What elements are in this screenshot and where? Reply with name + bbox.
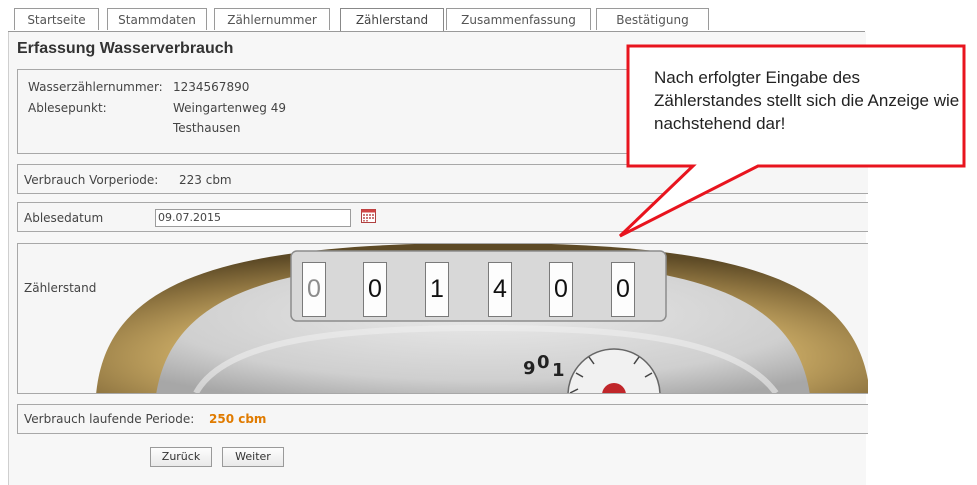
reading-point-street: Weingartenweg 49	[173, 101, 286, 115]
callout-text: Nach erfolgter Eingabe des Zählerstandes…	[654, 68, 960, 133]
current-usage-value: 250 cbm	[209, 412, 267, 426]
meter-digit-4[interactable]: 4	[488, 262, 512, 317]
meter-digit-3[interactable]: 1	[425, 262, 449, 317]
back-button[interactable]: Zurück	[150, 447, 212, 467]
tab-startseite[interactable]: Startseite	[14, 8, 99, 30]
tab-zusammenfassung[interactable]: Zusammenfassung	[446, 8, 591, 30]
tab-zaehlernummer[interactable]: Zählernummer	[214, 8, 330, 30]
meter-digit-5[interactable]: 0	[549, 262, 573, 317]
current-usage-label: Verbrauch laufende Periode:	[24, 412, 195, 426]
previous-usage-value: 223 cbm	[179, 173, 232, 187]
meter-digit-6[interactable]: 0	[611, 262, 635, 317]
tab-zaehlerstand[interactable]: Zählerstand	[340, 8, 444, 33]
dial-number-9: 9	[523, 358, 536, 379]
reading-date-input[interactable]: 09.07.2015	[155, 209, 351, 227]
meter-number-label: Wasserzählernummer:	[28, 80, 163, 94]
dial-number-0: 0	[537, 352, 550, 373]
dial-number-1: 1	[552, 360, 565, 381]
tab-stammdaten[interactable]: Stammdaten	[107, 8, 207, 30]
tab-bestaetigung[interactable]: Bestätigung	[596, 8, 709, 30]
reading-date-label: Ablesedatum	[24, 211, 104, 225]
meter-number-value: 1234567890	[173, 80, 250, 94]
calendar-icon[interactable]	[361, 208, 376, 223]
next-button[interactable]: Weiter	[222, 447, 284, 467]
reading-point-label: Ablesepunkt:	[28, 101, 107, 115]
reading-point-city: Testhausen	[173, 121, 241, 135]
meter-digit-1[interactable]: 0	[302, 262, 326, 317]
page-title: Erfassung Wasserverbrauch	[17, 40, 234, 57]
meter-digit-2[interactable]: 0	[363, 262, 387, 317]
meter-reading-label: Zählerstand	[24, 281, 97, 295]
water-meter-image	[96, 244, 868, 393]
previous-usage-label: Verbrauch Vorperiode:	[24, 173, 159, 187]
